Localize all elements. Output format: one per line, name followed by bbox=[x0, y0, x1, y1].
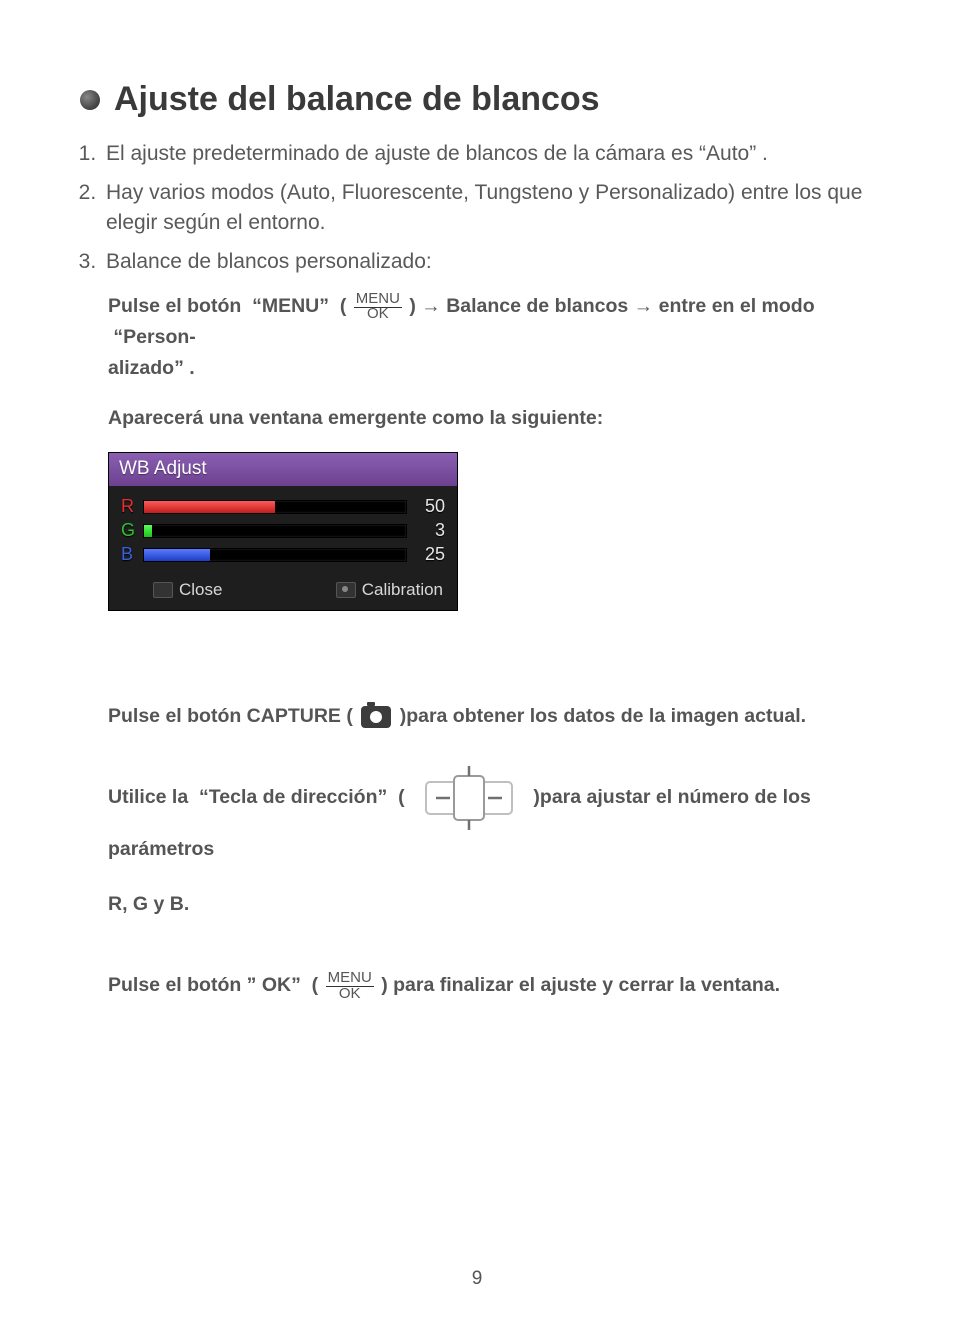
dpad-icon bbox=[414, 762, 524, 834]
menu-ok-icon: MENU OK bbox=[354, 291, 402, 323]
wb-value-b: 25 bbox=[411, 544, 445, 565]
text: Pulse el botón “MENU” ( bbox=[108, 295, 346, 317]
menu-mini-icon bbox=[153, 582, 173, 598]
text: R, G y B. bbox=[108, 893, 189, 915]
wb-row-b[interactable]: B 25 bbox=[121, 544, 445, 566]
menu-ok-bot: OK bbox=[365, 305, 391, 322]
wb-close-button[interactable]: Close bbox=[153, 580, 222, 600]
direction-line: Utilice la “Tecla de dirección” ( )para … bbox=[108, 762, 884, 920]
main-list: El ajuste predeterminado de ajuste de bl… bbox=[80, 139, 884, 277]
wb-row-g[interactable]: G 3 bbox=[121, 520, 445, 542]
wb-footer: Close Calibration bbox=[109, 572, 457, 610]
ok-line: Pulse el botón ” OK” ( MENU OK ) para fi… bbox=[108, 970, 884, 1002]
wb-fill-g bbox=[144, 525, 152, 537]
text: alizado” . bbox=[108, 357, 195, 379]
list-item: El ajuste predeterminado de ajuste de bl… bbox=[102, 139, 884, 168]
wb-calibration-label: Calibration bbox=[362, 580, 443, 600]
text: )para obtener los datos de la imagen act… bbox=[400, 705, 806, 727]
wb-bar-r[interactable] bbox=[143, 500, 407, 514]
camera-icon bbox=[361, 706, 391, 728]
menu-ok-icon: MENU OK bbox=[326, 970, 374, 1002]
wb-bar-g[interactable] bbox=[143, 524, 407, 538]
wb-label-b: B bbox=[121, 544, 141, 565]
wb-adjust-panel: WB Adjust R 50 G 3 B 25 Close bbox=[108, 452, 458, 611]
page-number: 9 bbox=[0, 1268, 954, 1290]
text: Pulse el botón ” OK” ( bbox=[108, 974, 318, 996]
text: Pulse el botón CAPTURE ( bbox=[108, 705, 353, 727]
wb-body: R 50 G 3 B 25 bbox=[109, 486, 457, 572]
title-row: Ajuste del balance de blancos bbox=[80, 80, 884, 119]
text: ) para finalizar el ajuste y cerrar la v… bbox=[381, 974, 780, 996]
wb-row-r[interactable]: R 50 bbox=[121, 496, 445, 518]
wb-label-g: G bbox=[121, 520, 141, 541]
list-item: Balance de blancos personalizado: bbox=[102, 247, 884, 276]
wb-fill-r bbox=[144, 501, 275, 513]
bullet-icon bbox=[80, 90, 100, 110]
camera-mini-icon bbox=[336, 582, 356, 598]
wb-calibration-button[interactable]: Calibration bbox=[336, 580, 443, 600]
wb-title: WB Adjust bbox=[109, 453, 457, 486]
wb-bar-b[interactable] bbox=[143, 548, 407, 562]
page-title: Ajuste del balance de blancos bbox=[114, 80, 600, 119]
menu-ok-bot: OK bbox=[337, 985, 363, 1002]
capture-line: Pulse el botón CAPTURE ( )para obtener l… bbox=[108, 701, 884, 732]
wb-value-g: 3 bbox=[411, 520, 445, 541]
list-item: Hay varios modos (Auto, Fluorescente, Tu… bbox=[102, 178, 884, 237]
wb-close-label: Close bbox=[179, 580, 222, 600]
wb-label-r: R bbox=[121, 496, 141, 517]
step-line-2: Aparecerá una ventana emergente como la … bbox=[108, 403, 884, 434]
wb-fill-b bbox=[144, 549, 210, 561]
step-line-1: Pulse el botón “MENU” ( MENU OK ) → Bala… bbox=[108, 291, 884, 385]
text: Utilice la “Tecla de dirección” ( bbox=[108, 786, 405, 808]
wb-value-r: 50 bbox=[411, 496, 445, 517]
